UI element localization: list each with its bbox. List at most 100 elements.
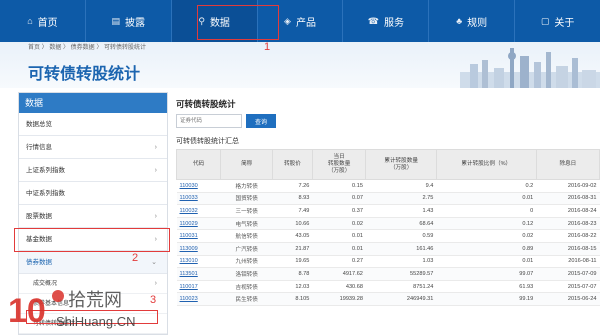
- table-cell: 2016-09-02: [536, 179, 600, 193]
- bond-code-link[interactable]: 110031: [176, 229, 221, 243]
- bond-name-cell: 洛钼转债: [220, 267, 273, 281]
- table-row: 110033 国贸转债 8.93 0.07 2.75 0.01 2016-08-31: [176, 192, 600, 206]
- table-cell: 0.2: [436, 179, 537, 193]
- table-cell: 2016-08-31: [536, 192, 600, 206]
- annotation-number-2: 2: [132, 252, 139, 264]
- bond-code-link[interactable]: 110023: [176, 292, 221, 306]
- bond-code-link[interactable]: 110030: [176, 179, 221, 193]
- table-cell: 0.37: [312, 204, 366, 218]
- nav-item-label: 规则: [467, 17, 488, 29]
- search-button[interactable]: 查询: [246, 114, 276, 128]
- svg-text:ShiHuang.CN: ShiHuang.CN: [56, 314, 136, 329]
- page-banner: 首页 〉 数据 〉 债券数据 〉 可转债转股统计 可转债转股统计: [0, 42, 600, 88]
- table-row: 110023 民生转债 8.105 19939.28 246949.31 99.19 201…: [176, 292, 600, 306]
- table-cell: 0.12: [436, 217, 537, 231]
- column-header: 代码: [175, 149, 222, 180]
- table-cell: 8751.24: [365, 280, 437, 294]
- table-cell: 4917.62: [312, 267, 366, 281]
- nav-item-disclosure[interactable]: ▤ 披露: [86, 0, 172, 42]
- table-row: 113009 广汽转债 21.87 0.01 161.46 0.89 2016-08-15: [176, 242, 600, 256]
- nav-item-rules[interactable]: ♣ 规则: [429, 0, 516, 42]
- table-cell: 430.68: [312, 280, 366, 294]
- top-nav: ⌂ 首页 ▤ 披露 ⚲ 数据 ◈ 产品 ☎ 服务 ♣ 规则 ▢ 关于: [0, 0, 600, 42]
- table-cell: 0.27: [312, 255, 366, 269]
- annotation-box-1: [197, 5, 279, 40]
- table-cell: 19939.28: [312, 292, 366, 306]
- table-cell: 2.75: [365, 192, 437, 206]
- column-header: 累计转股数量 （万股）: [365, 149, 437, 180]
- home-icon: ⌂: [27, 16, 33, 26]
- table-cell: 99.07: [436, 267, 537, 281]
- bond-code-link[interactable]: 113009: [176, 242, 221, 256]
- bond-name-cell: 广汽转债: [220, 242, 273, 256]
- table-cell: 68.64: [365, 217, 437, 231]
- bond-code-link[interactable]: 113010: [176, 255, 221, 269]
- bond-name-cell: 国贸转债: [220, 192, 273, 206]
- table-cell: 2016-08-23: [536, 217, 600, 231]
- table-cell: 7.49: [272, 204, 313, 218]
- table-row: 110029 电气转债 10.66 0.02 68.64 0.12 2016-08-23: [176, 217, 600, 231]
- disclosure-icon: ▤: [111, 15, 121, 26]
- site-watermark-logo: 10 拾荒网 ShiHuang.CN: [8, 290, 136, 330]
- rules-icon: ♣: [456, 16, 463, 26]
- table-cell: 0.07: [312, 192, 366, 206]
- table-cell: 99.19: [436, 292, 537, 306]
- bond-code-link[interactable]: 110032: [176, 204, 221, 218]
- table-row: 110031 航信转债 43.05 0.01 0.59 0.02 2016-08-22: [176, 229, 600, 243]
- bond-name-cell: 三一转债: [220, 204, 273, 218]
- table-cell: 2016-08-15: [536, 242, 600, 256]
- nav-item-service[interactable]: ☎ 服务: [343, 0, 430, 42]
- bond-name-cell: 民生转债: [220, 292, 273, 306]
- bond-name-cell: 航信转债: [220, 229, 273, 243]
- chevron-icon: ⌄: [151, 259, 157, 266]
- nav-item-label: 服务: [383, 17, 404, 29]
- sidebar-item[interactable]: 中证系列指数: [19, 182, 167, 205]
- bond-code-link[interactable]: 110017: [176, 280, 221, 294]
- table-cell: 21.87: [272, 242, 313, 256]
- table-cell: 0: [436, 204, 537, 218]
- nav-item-label: 产品: [295, 17, 316, 29]
- table-cell: 2015-07-09: [536, 267, 600, 281]
- table-cell: 0.02: [312, 217, 366, 231]
- nav-item-about[interactable]: ▢ 关于: [515, 0, 600, 42]
- sidebar-item[interactable]: 股票数据 ›: [19, 205, 167, 228]
- table-cell: 0.01: [312, 229, 366, 243]
- svg-text:拾荒网: 拾荒网: [68, 290, 122, 311]
- table-cell: 2016-08-11: [536, 255, 600, 269]
- table-row: 113010 九州转债 19.65 0.27 1.03 0.01 2016-08-11: [176, 255, 600, 269]
- column-header: 当日 转股数量 （万股）: [311, 149, 367, 180]
- table-cell: 8.78: [272, 267, 313, 281]
- table-cell: 2015-06-24: [536, 292, 600, 306]
- nav-item-label: 关于: [554, 17, 575, 29]
- table-cell: 55289.57: [365, 267, 437, 281]
- table-cell: 1.03: [365, 255, 437, 269]
- table-cell: 0.01: [436, 192, 537, 206]
- table-cell: 161.46: [365, 242, 437, 256]
- page-title: 可转债转股统计: [28, 66, 141, 83]
- city-skyline-image: [460, 48, 600, 88]
- sidebar-item-label: 债券数据: [26, 259, 52, 266]
- section-title: 可转债转股统计: [176, 99, 236, 109]
- bond-name-cell: 格力转债: [220, 179, 273, 193]
- sidebar-item[interactable]: 上证系列指数 ›: [19, 159, 167, 182]
- sidebar-header: 数据: [19, 93, 167, 113]
- column-header: 简称: [220, 149, 274, 180]
- bond-name-cell: 九州转债: [220, 255, 273, 269]
- table-cell: 0.01: [436, 255, 537, 269]
- security-code-input[interactable]: [176, 114, 242, 128]
- sidebar-item[interactable]: 数据总览: [19, 113, 167, 136]
- table-cell: 0.59: [365, 229, 437, 243]
- table-cell: 10.66: [272, 217, 313, 231]
- table-cell: 7.26: [272, 179, 313, 193]
- sidebar-item-label: 上证系列指数: [26, 167, 65, 174]
- table-cell: 0.01: [312, 242, 366, 256]
- nav-item-home[interactable]: ⌂ 首页: [0, 0, 86, 42]
- sidebar-item[interactable]: 债券数据 ⌄: [19, 251, 167, 274]
- sidebar-item[interactable]: 行情信息 ›: [19, 136, 167, 159]
- bond-code-link[interactable]: 113501: [176, 267, 221, 281]
- conversion-table: 代码 简称 转股价 当日 转股数量 （万股） 累计转股数量 （万股） 累计转股比例（%）除…: [175, 149, 600, 306]
- bond-code-link[interactable]: 110033: [176, 192, 221, 206]
- sidebar-item-label: 行情信息: [26, 144, 52, 151]
- nav-item-label: 披露: [125, 17, 146, 29]
- bond-code-link[interactable]: 110029: [176, 217, 221, 231]
